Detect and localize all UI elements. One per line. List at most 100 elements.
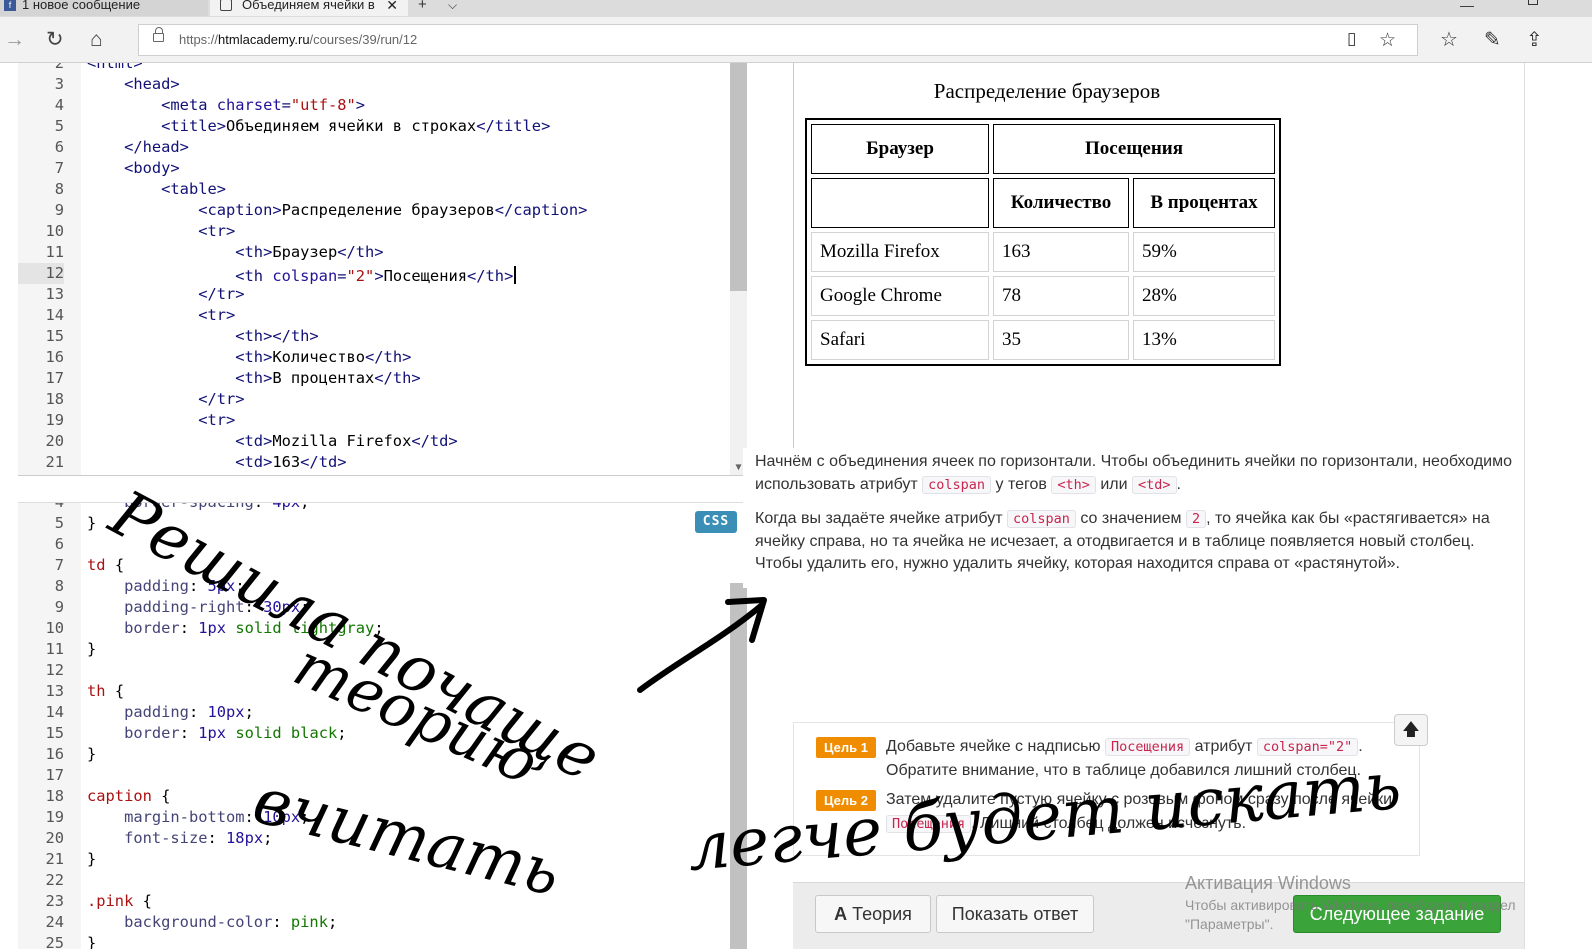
inline-code: colspan: [922, 475, 992, 494]
code-text: border: 1px solid lightgray;: [124, 619, 384, 637]
code-line[interactable]: 5}: [18, 513, 728, 534]
code-line[interactable]: 22 <td>59%</td>: [18, 473, 728, 475]
code-line[interactable]: 9 padding-right: 30px;: [18, 597, 728, 618]
line-number: 10: [45, 222, 64, 240]
code-text: <title>Объединяем ячейки в строках</titl…: [161, 117, 551, 135]
code-line[interactable]: 22: [18, 870, 728, 891]
browser-tab-active[interactable]: Объединяем ячейки в ✕: [210, 0, 408, 16]
code-line[interactable]: 6 </head>: [18, 137, 728, 158]
maximize-window-icon[interactable]: [1528, 0, 1538, 5]
arrow-up-icon: 🡅: [1402, 720, 1420, 739]
css-code-editor[interactable]: 4 border-spacing: 4px; 5} 6 7 td {8 padding:…: [18, 502, 747, 949]
inline-code: 2: [1185, 510, 1207, 528]
code-line[interactable]: 4 <meta charset="utf-8">: [18, 95, 728, 116]
code-line[interactable]: 13 th {: [18, 681, 728, 702]
code-line[interactable]: 18 caption {: [18, 786, 728, 807]
code-line[interactable]: 7 <body>: [18, 158, 728, 179]
code-line[interactable]: 21}: [18, 849, 728, 870]
line-number: 17: [45, 766, 64, 784]
code-line[interactable]: 8 <table>: [18, 179, 728, 200]
code-line[interactable]: 9 <caption>Распределение браузеров</capt…: [18, 200, 728, 221]
close-tab-icon[interactable]: ✕: [386, 0, 398, 16]
code-line[interactable]: 19 margin-bottom: 10px;: [18, 807, 728, 828]
code-line[interactable]: 11}: [18, 639, 728, 660]
code-text: </head>: [124, 138, 189, 156]
code-line[interactable]: 15 <th></th>: [18, 326, 728, 347]
theory-button[interactable]: A Теория: [815, 895, 931, 933]
new-tab-icon[interactable]: +: [418, 0, 427, 16]
scrollbar-thumb[interactable]: [730, 583, 747, 949]
code-line[interactable]: 10 <tr>: [18, 221, 728, 242]
html-code-editor[interactable]: 2 <html> 3 <head> 4 <meta charset="utf-8"> 5…: [18, 63, 747, 476]
pen-notes-icon[interactable]: ✎: [1484, 27, 1501, 52]
goal-1-text: Добавьте ячейке с надписью Посещения атр…: [886, 738, 1363, 779]
code-line[interactable]: 8 padding: 5px;: [18, 576, 728, 597]
code-text: <caption>Распределение браузеров</captio…: [198, 201, 588, 219]
code-line[interactable]: 5 <title>Объединяем ячейки в строках</ti…: [18, 116, 728, 137]
code-line[interactable]: 12: [18, 660, 728, 681]
task-goals: Цель 1 Добавьте ячейке с надписью Посеще…: [793, 722, 1420, 856]
code-line[interactable]: 12 <th colspan="2">Посещения</th>: [18, 263, 728, 285]
line-number: 15: [45, 327, 64, 345]
forward-arrow-icon[interactable]: →: [4, 26, 25, 54]
code-text: font-size: 18px;: [124, 829, 273, 847]
code-text: <td>163</td>: [235, 453, 347, 471]
table-header-row: Количество В процентах: [811, 178, 1275, 228]
code-line[interactable]: 17 <th>В процентах</th>: [18, 368, 728, 389]
code-line[interactable]: 4 border-spacing: 4px;: [18, 502, 728, 513]
code-line[interactable]: 20 <td>Mozilla Firefox</td>: [18, 431, 728, 452]
code-line[interactable]: 17: [18, 765, 728, 786]
code-line[interactable]: 25}: [18, 933, 728, 949]
code-text: background-color: pink;: [124, 913, 338, 931]
code-text: padding: 10px;: [124, 703, 254, 721]
code-line[interactable]: 13 </tr>: [18, 284, 728, 305]
code-line[interactable]: 2 <html>: [18, 63, 728, 74]
code-line[interactable]: 7 td {: [18, 555, 728, 576]
line-number: 12: [18, 263, 64, 284]
url-text: https://htmlacademy.ru/courses/39/run/12: [179, 32, 418, 47]
theory-button-label: Теория: [852, 904, 912, 924]
goal-2-text: Затем удалите пустую ячейку с розовым фо…: [886, 791, 1393, 833]
scroll-up-button[interactable]: 🡅: [1394, 714, 1428, 746]
code-line[interactable]: 14 padding: 10px;: [18, 702, 728, 723]
code-line[interactable]: 16}: [18, 744, 728, 765]
code-line[interactable]: 3 <head>: [18, 74, 728, 95]
code-line[interactable]: 24 background-color: pink;: [18, 912, 728, 933]
line-number: 4: [54, 96, 64, 114]
css-language-badge: CSS: [695, 511, 737, 533]
line-number: 20: [45, 829, 64, 847]
home-icon[interactable]: ⌂: [90, 26, 103, 54]
code-text: <html>: [87, 63, 143, 72]
code-line[interactable]: 20 font-size: 18px;: [18, 828, 728, 849]
share-icon[interactable]: ⇪: [1526, 27, 1543, 52]
code-line[interactable]: 15 border: 1px solid black;: [18, 723, 728, 744]
favorites-list-icon[interactable]: ☆: [1440, 27, 1458, 52]
code-text: }: [87, 640, 97, 658]
scrollbar-thumb[interactable]: [730, 63, 747, 291]
code-line[interactable]: 23 .pink {: [18, 891, 728, 912]
code-text: margin-bottom: 10px;: [124, 808, 310, 826]
favorite-star-icon[interactable]: ☆: [1379, 29, 1396, 52]
code-text: }: [87, 934, 97, 949]
inline-code: Посещения: [886, 815, 972, 833]
code-line[interactable]: 18 </tr>: [18, 389, 728, 410]
code-line[interactable]: 19 <tr>: [18, 410, 728, 431]
inline-code: Посещения: [1104, 738, 1191, 756]
code-line[interactable]: 6: [18, 534, 728, 555]
url-field[interactable]: https://htmlacademy.ru/courses/39/run/12…: [138, 24, 1418, 56]
show-answer-button[interactable]: Показать ответ: [936, 895, 1094, 933]
reading-view-icon[interactable]: ▯: [1347, 29, 1356, 49]
code-line[interactable]: 14 <tr>: [18, 305, 728, 326]
line-number: 4: [54, 502, 64, 511]
minimize-window-icon[interactable]: —: [1460, 0, 1474, 16]
code-text: .pink {: [87, 892, 152, 910]
table-cell: 28%: [1133, 276, 1275, 316]
code-line[interactable]: 11 <th>Браузер</th>: [18, 242, 728, 263]
code-line[interactable]: 21 <td>163</td>: [18, 452, 728, 473]
code-line[interactable]: 16 <th>Количество</th>: [18, 347, 728, 368]
code-line[interactable]: 10 border: 1px solid lightgray;: [18, 618, 728, 639]
refresh-icon[interactable]: ↻: [46, 26, 64, 54]
line-number: 2: [54, 63, 64, 72]
browser-tab-messages[interactable]: f 1 новое сообщение: [0, 0, 208, 16]
tab-list-chevron-icon[interactable]: ⌵: [448, 0, 457, 16]
